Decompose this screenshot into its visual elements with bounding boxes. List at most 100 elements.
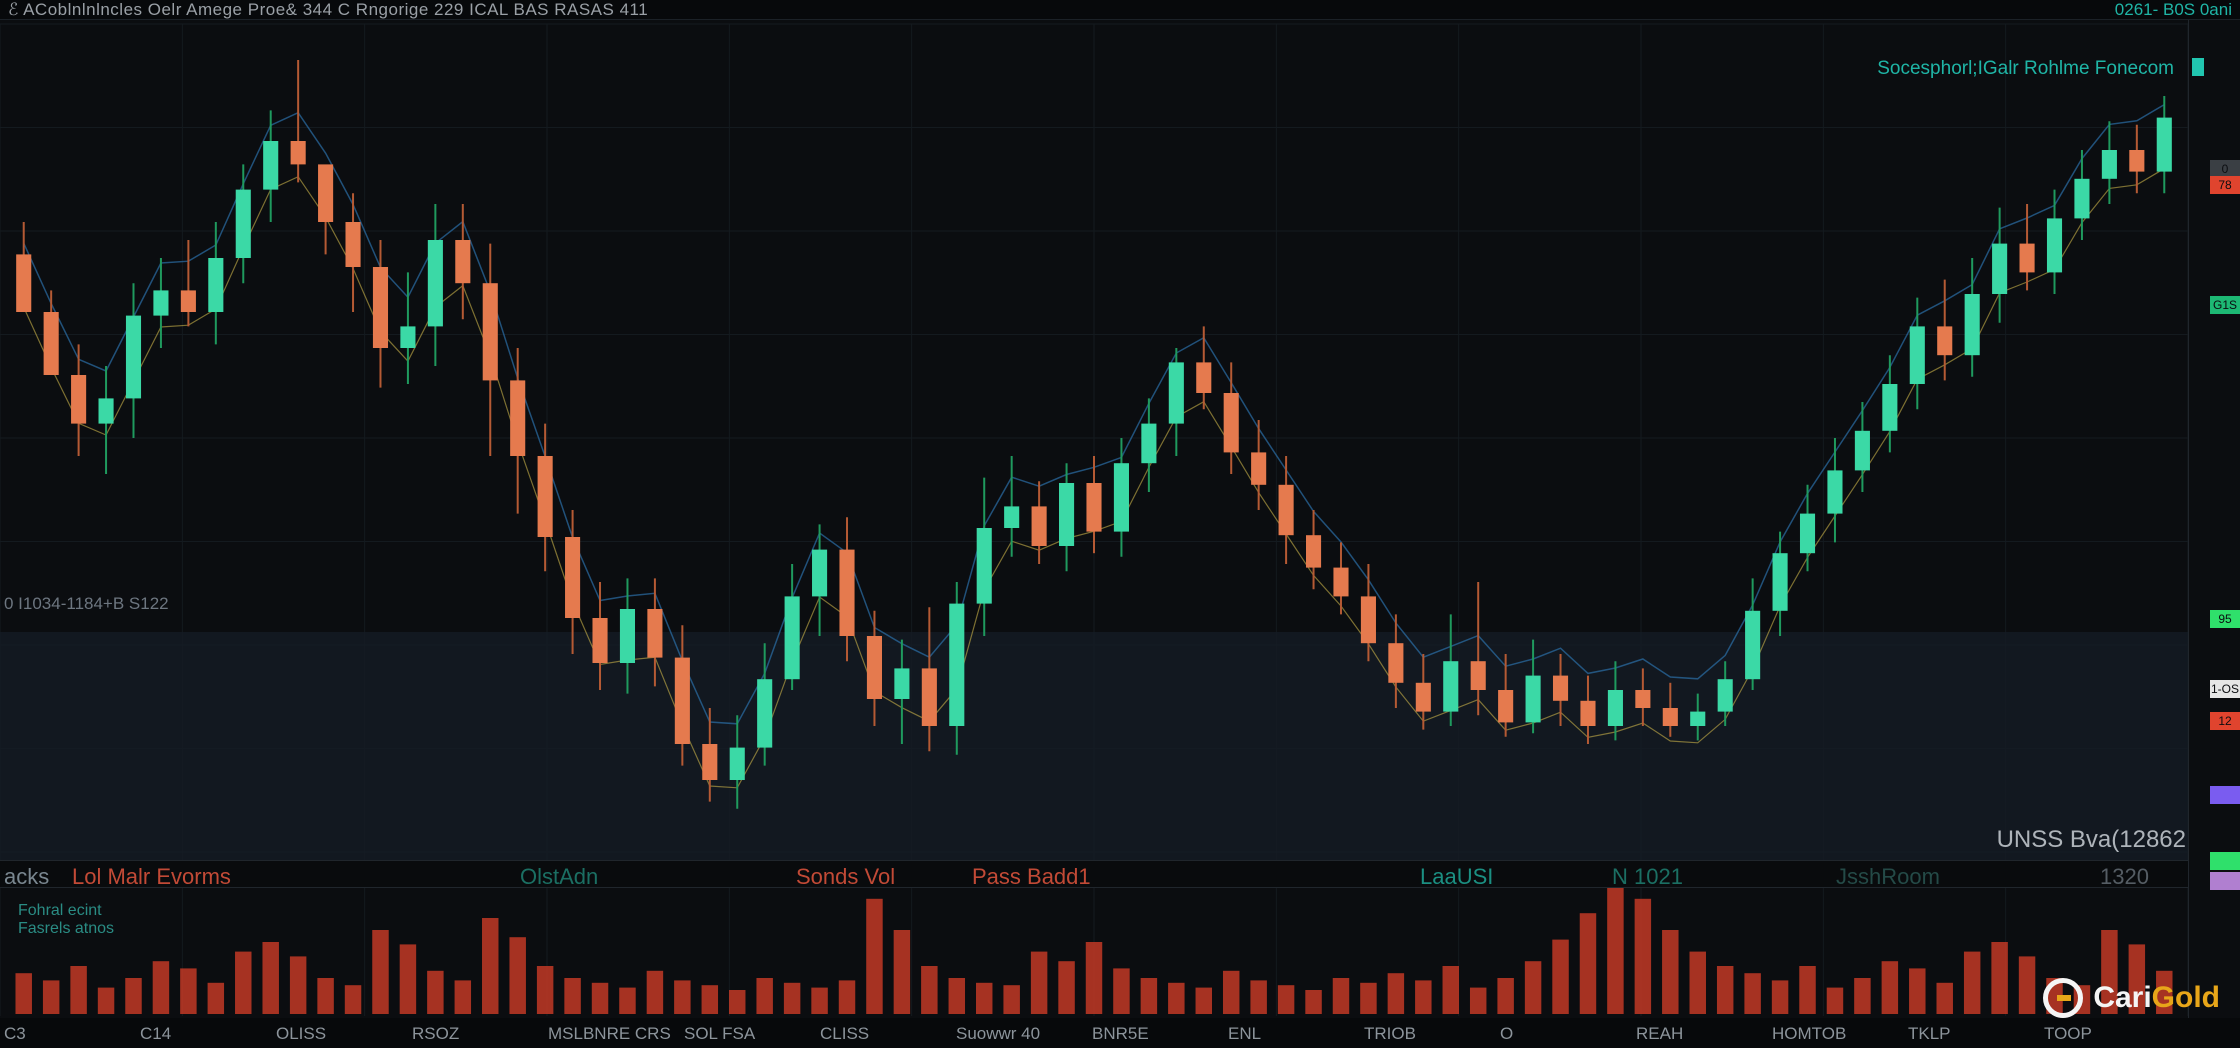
volume-bar [454,980,472,1014]
volume-bar [1222,970,1240,1014]
candle-body [1196,362,1212,393]
candle-body [1388,643,1404,683]
time-axis-tick: RSOZ [412,1024,460,1043]
volume-bar [1003,985,1020,1014]
volume-bar [1195,987,1213,1014]
candle-body [1662,708,1678,726]
candle-body [318,164,334,222]
volume-bar [1716,966,1734,1014]
volume-bar [591,982,609,1014]
price-tag: 95 [2210,610,2240,628]
indicator-label[interactable]: Sonds Vol [796,864,895,890]
price-tag [2210,852,2240,870]
symbol-color-swatch [2192,58,2204,76]
candle-body [592,618,608,663]
candle-body [702,744,718,780]
price-tag: 78 [2210,176,2240,194]
volume-bar [1744,973,1761,1014]
time-axis-tick: CLISS [820,1024,870,1043]
time-axis-tick: OLISS [276,1024,327,1043]
volume-bar [1415,980,1432,1014]
candle-body [976,528,992,604]
candle-body [949,603,965,726]
candle-body [2046,218,2063,273]
candle-body [1772,553,1788,611]
volume-bar [97,987,115,1014]
volume-bar [701,985,719,1014]
candle-body [290,141,306,165]
candle-body [1854,430,1870,471]
volume-bar [1168,982,1185,1014]
volume-bar [1854,978,1871,1014]
candle-body [1964,294,1980,356]
volume-bar [482,918,499,1014]
volume-bar [1936,982,1953,1014]
volume-bar [1552,939,1569,1014]
candle-body [784,596,800,680]
price-tag [2210,786,2240,804]
volume-bar [1305,990,1322,1014]
candle-body [1909,326,1925,384]
volume-bar [1113,968,1130,1014]
price-tag: 12 [2210,712,2240,730]
logo-icon [2043,978,2084,1018]
time-axis-tick: MSLBNRE CRS [548,1024,671,1043]
volume-bar [1881,961,1899,1014]
indicator-label[interactable]: LaaUSI [1420,864,1493,890]
volume-bar [756,978,773,1014]
candle-body [1992,243,2008,294]
volume-bar [42,980,60,1014]
candle-body [482,283,498,381]
time-axis-tick: REAH [1636,1024,1684,1043]
volume-legend: Fohral ecint Fasrels atnos [18,902,114,938]
candle-body [2101,150,2117,179]
symbol-label[interactable]: Socesphorl;IGalr Rohlme Fonecom [1877,58,2174,80]
logo-text: CariGold [2093,981,2220,1015]
candle-body [1882,384,1898,431]
indicator-label[interactable]: N 1021 [1612,864,1683,890]
volume-bar [866,898,883,1014]
candle-body [1141,423,1157,464]
candle-body [263,141,279,190]
candle-body [510,380,526,456]
volume-bar [1909,968,1926,1014]
indicator-label[interactable]: OlstAdn [520,864,598,890]
candle-body [372,267,389,348]
indicator-label[interactable]: acks [4,864,49,890]
volume-bar [1689,951,1706,1014]
volume-legend-line: Fasrels atnos [18,920,115,937]
indicator-label[interactable]: 1320 [2100,864,2149,890]
volume-bar [674,980,691,1014]
volume-bar [1277,985,1295,1014]
candle-body [98,398,114,424]
volume-bar [1360,982,1377,1014]
candle-body [1552,675,1569,701]
volume-bar [344,985,362,1014]
candle-body [729,747,745,780]
candle-body [1690,711,1706,726]
volume-bar [125,978,142,1014]
price-tag: G1S [2210,296,2240,314]
time-axis-tick: C14 [140,1024,172,1043]
candle-body [921,668,937,726]
candle-body [125,315,142,399]
candle-body [2019,243,2035,273]
ohlc-readout: 0 I1034-1184+B S122 [4,594,169,613]
time-axis-tick: BNR5E [1092,1024,1149,1043]
volume-bar [235,951,252,1014]
volume-bar [262,942,279,1014]
indicator-label[interactable]: Pass Badd1 [972,864,1091,890]
volume-bar [180,968,197,1014]
volume-bar [317,978,334,1014]
candle-body [1251,452,1267,485]
candle-body [537,456,553,537]
time-axis-tick: TOOP [2044,1024,2092,1043]
volume-bar [646,970,664,1014]
candle-body [1168,362,1184,424]
volume-bar [207,982,225,1014]
price-axis-divider [2188,20,2189,1018]
indicator-label[interactable]: Lol Malr Evorms [72,864,231,890]
price-chart[interactable] [0,0,2240,1048]
indicator-label[interactable]: JsshRoom [1836,864,1940,890]
candle-body [1607,690,1623,726]
